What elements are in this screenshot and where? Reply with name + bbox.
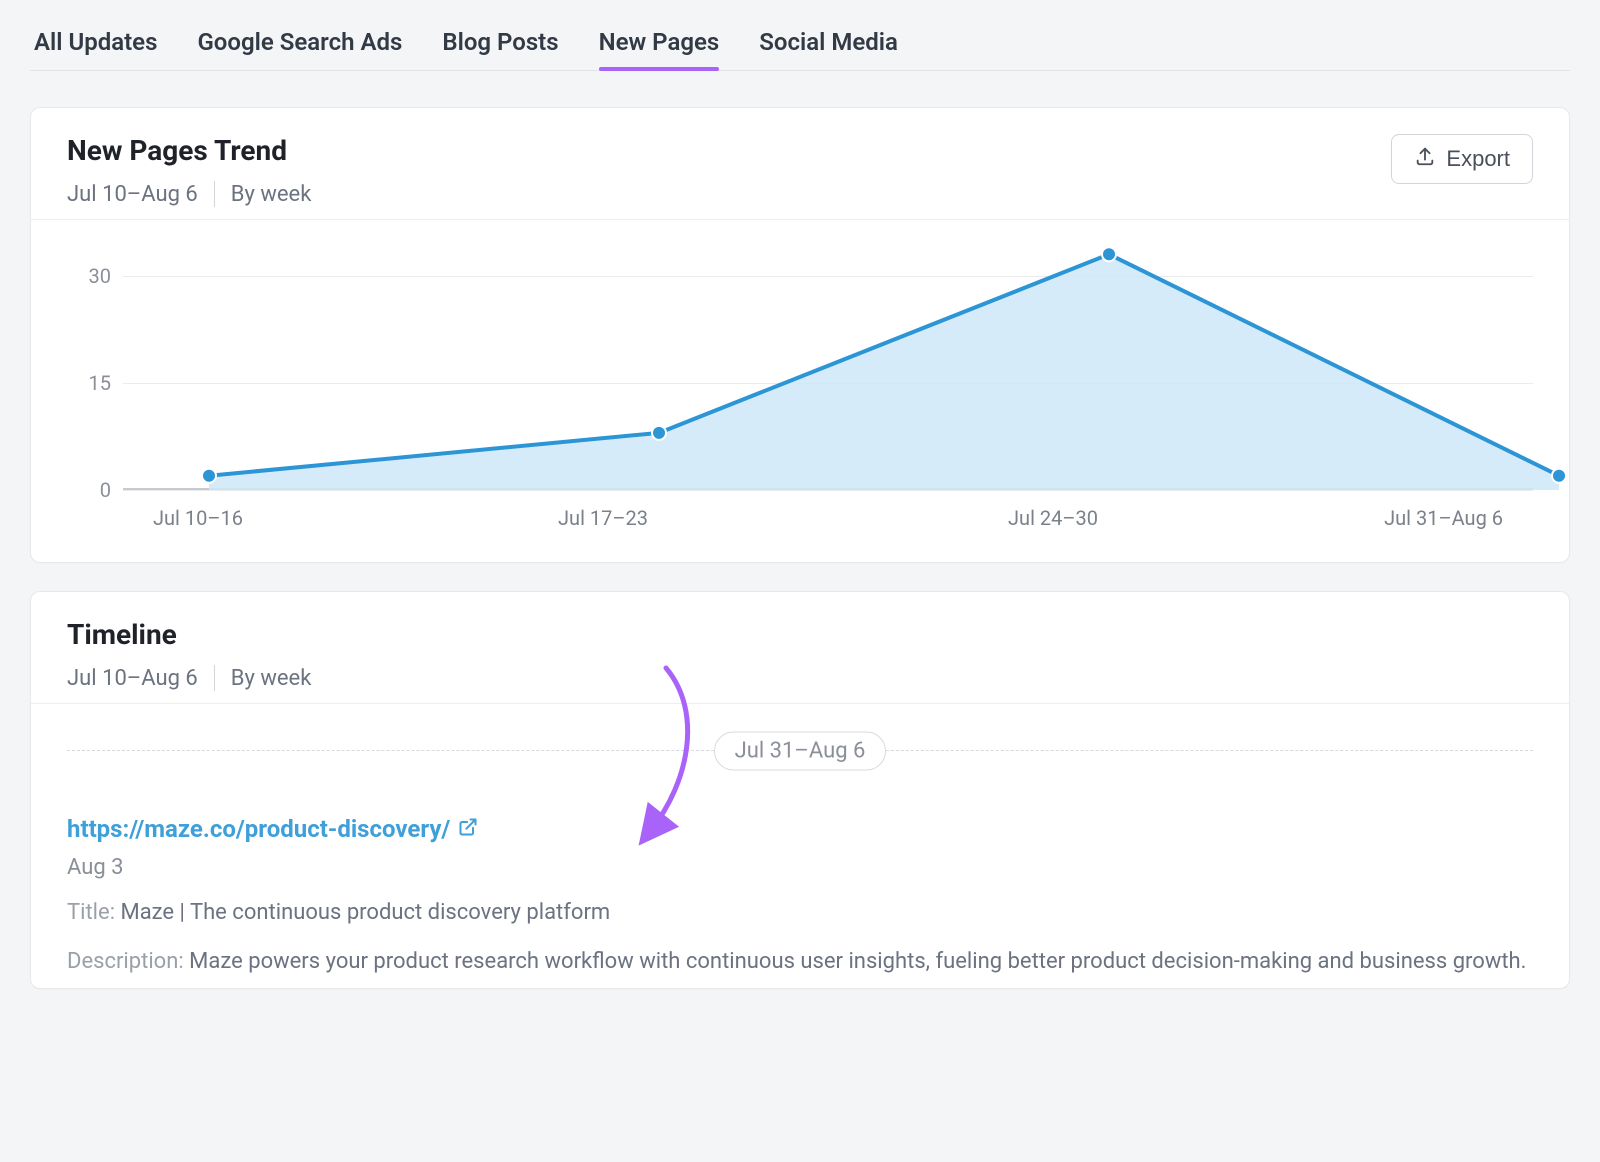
tab-new-pages[interactable]: New Pages bbox=[599, 24, 720, 70]
timeline-entry-title-line: Title: Maze | The continuous product dis… bbox=[67, 896, 1533, 929]
timeline-card-body: Jul 31–Aug 6 https://maze.co/product-dis… bbox=[31, 703, 1569, 988]
timeline-entry-desc-line: Description: Maze powers your product re… bbox=[67, 945, 1533, 978]
x-tick-label: Jul 17–23 bbox=[558, 506, 648, 530]
timeline-card-header: Timeline Jul 10–Aug 6 By week bbox=[31, 592, 1569, 703]
chart-data-point[interactable] bbox=[1102, 247, 1116, 261]
chart-svg bbox=[179, 240, 1589, 490]
chart-data-point[interactable] bbox=[1552, 469, 1566, 483]
divider bbox=[214, 181, 215, 207]
trend-date-range: Jul 10–Aug 6 bbox=[67, 182, 198, 207]
chart-grid: 01530 bbox=[123, 240, 1533, 490]
export-button[interactable]: Export bbox=[1391, 134, 1533, 184]
trend-card-subtitle: Jul 10–Aug 6 By week bbox=[67, 181, 311, 207]
timeline-entry-desc-label: Description: bbox=[67, 949, 184, 974]
timeline-card: Timeline Jul 10–Aug 6 By week Jul 31–Aug… bbox=[30, 591, 1570, 989]
chart-data-point[interactable] bbox=[652, 426, 666, 440]
page-root: All Updates Google Search Ads Blog Posts… bbox=[0, 0, 1600, 1057]
timeline-entry-date: Aug 3 bbox=[67, 855, 1533, 880]
timeline-card-title: Timeline bbox=[67, 618, 311, 651]
tab-all-updates[interactable]: All Updates bbox=[34, 24, 157, 70]
x-tick-label: Jul 24–30 bbox=[1008, 506, 1098, 530]
tabs-nav: All Updates Google Search Ads Blog Posts… bbox=[30, 24, 1570, 71]
tab-google-search-ads[interactable]: Google Search Ads bbox=[197, 24, 402, 70]
external-link-icon bbox=[458, 815, 478, 843]
divider bbox=[214, 665, 215, 691]
chart-container: 01530 Jul 10–16Jul 17–23Jul 24–30Jul 31–… bbox=[31, 220, 1569, 562]
export-button-label: Export bbox=[1446, 146, 1510, 172]
timeline-granularity: By week bbox=[231, 666, 312, 691]
timeline-group-chip: Jul 31–Aug 6 bbox=[714, 732, 887, 771]
tab-blog-posts[interactable]: Blog Posts bbox=[442, 24, 558, 70]
timeline-entry-title-text: Maze | The continuous product discovery … bbox=[121, 900, 611, 925]
timeline-date-range: Jul 10–Aug 6 bbox=[67, 666, 198, 691]
chart-gridline bbox=[123, 490, 1533, 491]
trend-card: New Pages Trend Jul 10–Aug 6 By week Exp… bbox=[30, 107, 1570, 563]
y-tick-label: 30 bbox=[89, 264, 111, 288]
x-tick-label: Jul 10–16 bbox=[153, 506, 243, 530]
timeline-entry-title-label: Title: bbox=[67, 900, 115, 925]
trend-card-body: 01530 Jul 10–16Jul 17–23Jul 24–30Jul 31–… bbox=[31, 219, 1569, 562]
export-icon bbox=[1414, 145, 1436, 173]
trend-granularity: By week bbox=[231, 182, 312, 207]
timeline-entry-url-text: https://maze.co/product-discovery/ bbox=[67, 815, 450, 843]
trend-card-title: New Pages Trend bbox=[67, 134, 311, 167]
tab-social-media[interactable]: Social Media bbox=[759, 24, 898, 70]
y-tick-label: 0 bbox=[100, 478, 111, 502]
chart-data-point[interactable] bbox=[202, 469, 216, 483]
timeline-group-divider: Jul 31–Aug 6 bbox=[67, 750, 1533, 751]
y-tick-label: 15 bbox=[89, 371, 111, 395]
timeline-card-subtitle: Jul 10–Aug 6 By week bbox=[67, 665, 311, 691]
timeline-entry-desc-text: Maze powers your product research workfl… bbox=[189, 949, 1526, 974]
trend-card-header: New Pages Trend Jul 10–Aug 6 By week Exp… bbox=[31, 108, 1569, 219]
timeline-entry-link[interactable]: https://maze.co/product-discovery/ bbox=[67, 815, 478, 843]
x-tick-label: Jul 31–Aug 6 bbox=[1384, 506, 1503, 530]
